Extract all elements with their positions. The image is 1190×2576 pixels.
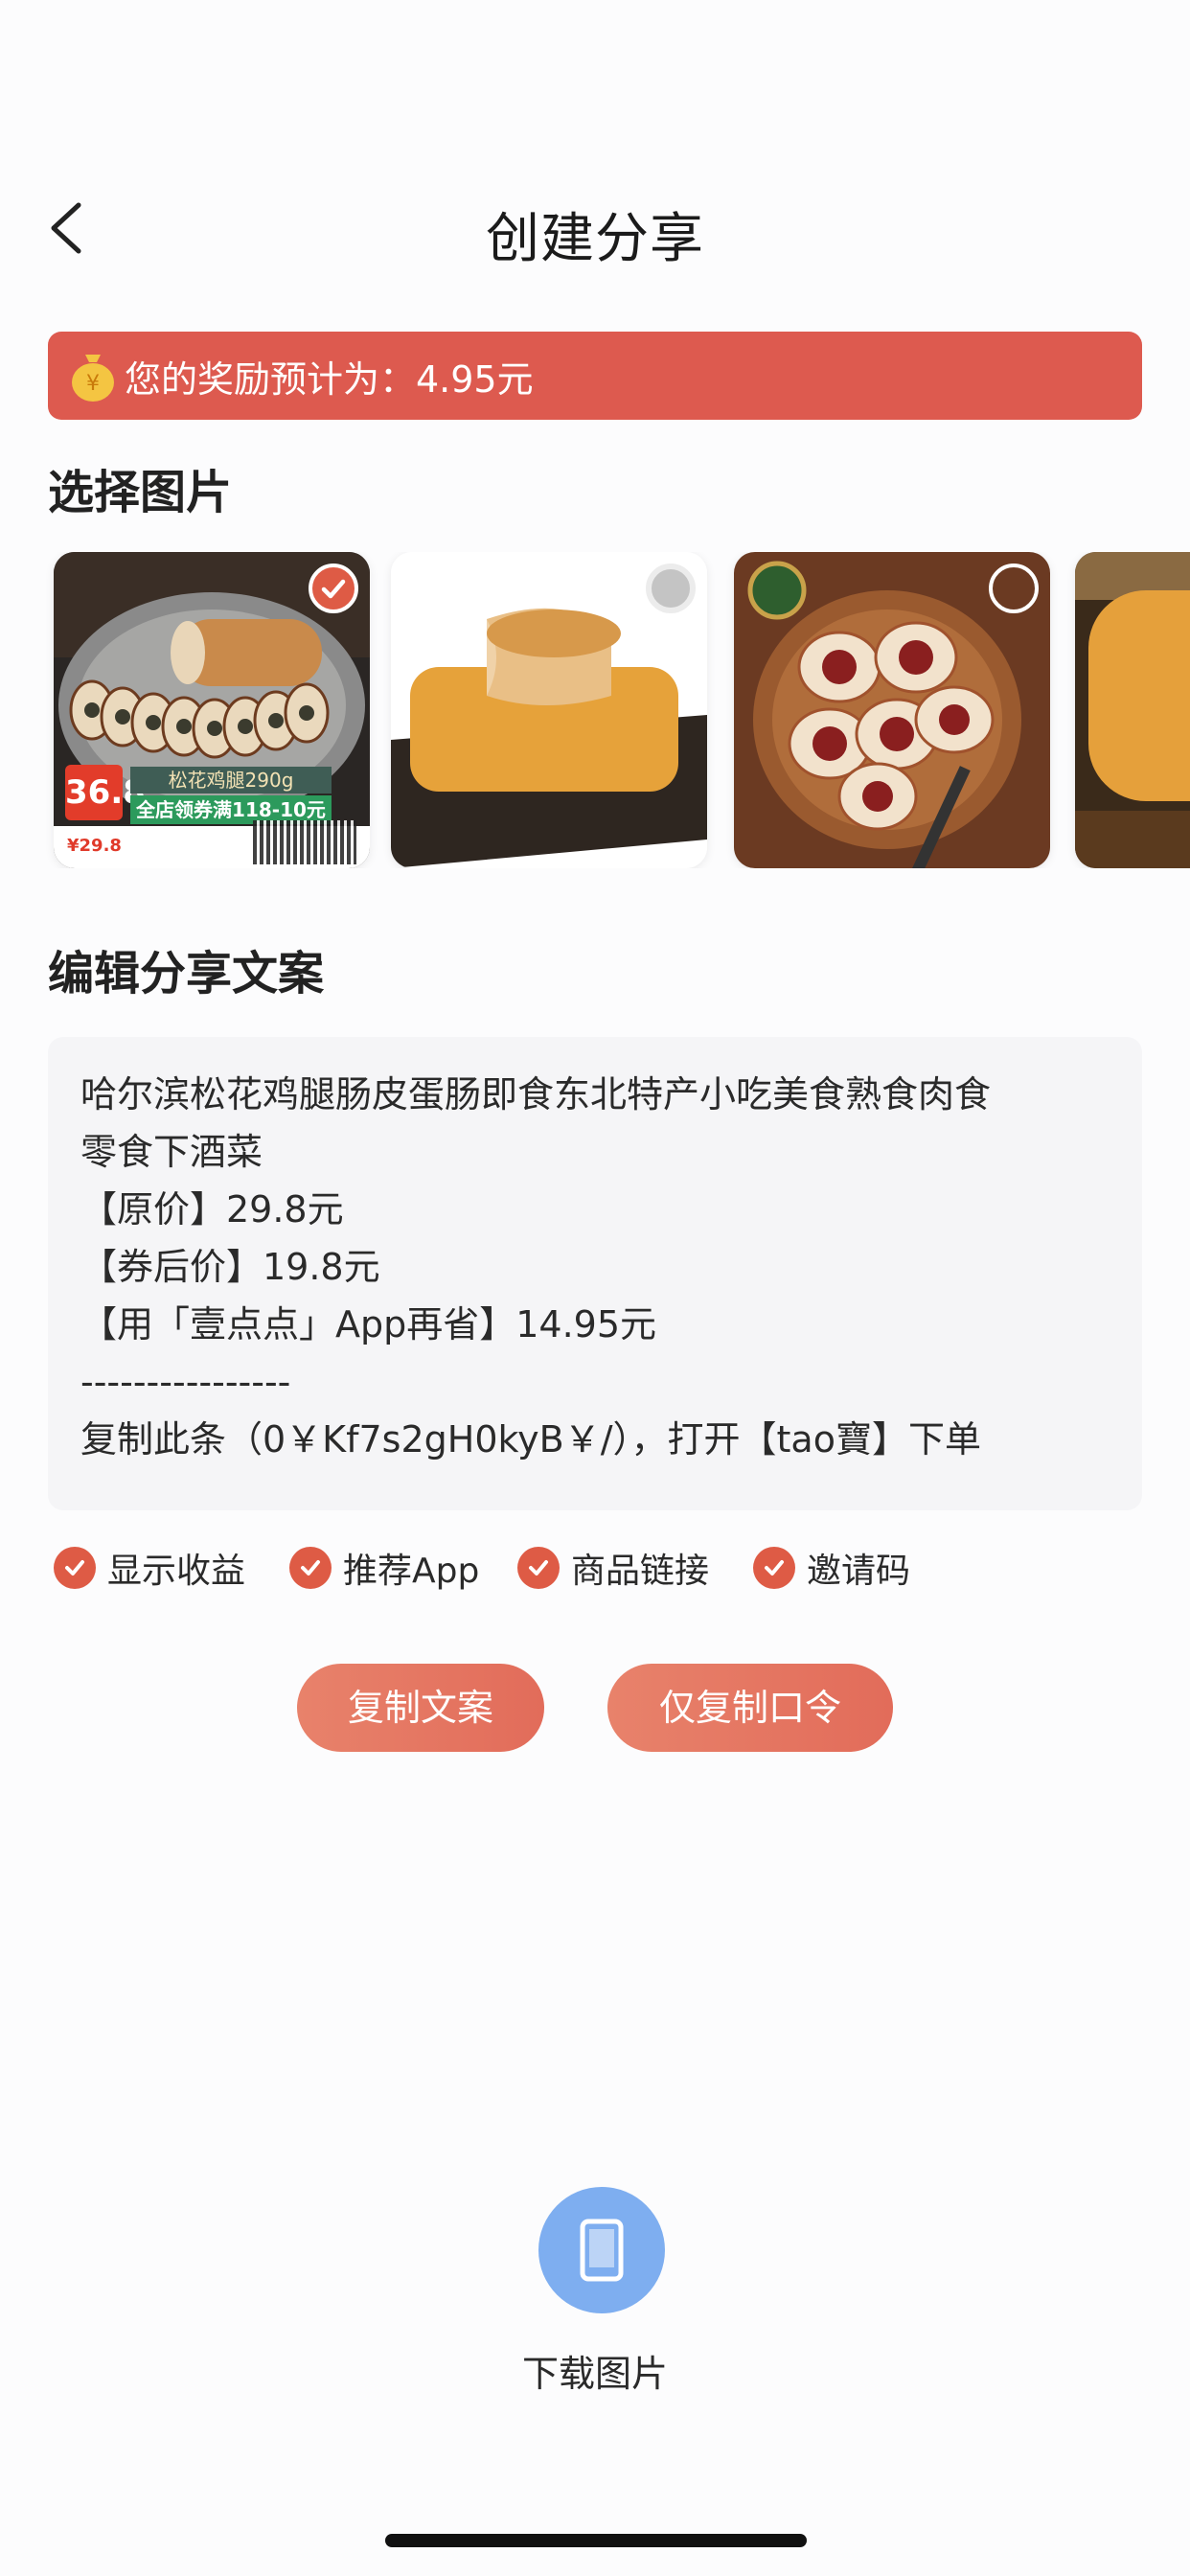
product-image-1[interactable]: 36.8 松花鸡腿290g 全店领券满118-10元 ¥29.8	[54, 552, 370, 868]
discount-price-tag: 36.8	[65, 765, 146, 820]
nav-bar: 创建分享	[0, 163, 1190, 288]
copy-line: ----------------	[80, 1361, 291, 1403]
original-price: ¥29.8	[67, 836, 122, 856]
edit-copy-title: 编辑分享文案	[48, 947, 325, 1000]
download-label: 下载图片	[521, 2353, 668, 2395]
option-label: 邀请码	[807, 1552, 911, 1591]
share-copy-textarea[interactable]: 哈尔滨松花鸡腿肠皮蛋肠即食东北特产小吃美食熟食肉食 零食下酒菜 【原价】29.8…	[48, 1037, 1142, 1510]
phone-icon	[580, 2219, 624, 2282]
copy-text-button[interactable]: 复制文案	[297, 1664, 544, 1752]
product-image-2[interactable]	[391, 552, 707, 868]
option-label: 显示收益	[107, 1552, 246, 1591]
reward-banner: ¥ 您的奖励预计为：4.95元	[48, 332, 1142, 420]
qr-code	[253, 820, 356, 864]
svg-text:¥: ¥	[86, 372, 100, 396]
image-carousel[interactable]: 36.8 松花鸡腿290g 全店领券满118-10元 ¥29.8	[0, 552, 1190, 868]
check-icon	[517, 1547, 560, 1589]
product-image-4[interactable]	[1075, 552, 1190, 868]
reward-text: 您的奖励预计为：4.95元	[125, 357, 534, 401]
copy-line: 零食下酒菜	[80, 1131, 263, 1173]
copy-line: 哈尔滨松花鸡腿肠皮蛋肠即食东北特产小吃美食熟食肉食	[80, 1073, 992, 1116]
check-icon	[289, 1547, 332, 1589]
money-bag-icon: ¥	[72, 355, 114, 402]
product-label: 松花鸡腿290g	[130, 767, 332, 794]
option-recommend-app[interactable]: 推荐App	[289, 1543, 479, 1593]
copy-line: 【原价】29.8元	[80, 1188, 344, 1230]
check-icon	[54, 1547, 96, 1589]
option-product-link[interactable]: 商品链接	[517, 1543, 709, 1593]
home-indicator	[385, 2534, 807, 2547]
option-label: 商品链接	[571, 1552, 710, 1591]
page-title: 创建分享	[486, 208, 704, 270]
option-show-earnings[interactable]: 显示收益	[54, 1543, 245, 1593]
copy-line: 复制此条（0￥Kf7s2gH0kyB￥/），打开【tao寶】下单	[80, 1418, 981, 1460]
unselected-radio-icon[interactable]	[989, 564, 1039, 613]
choose-image-title: 选择图片	[48, 466, 233, 519]
unselected-radio-icon[interactable]	[646, 564, 696, 613]
check-icon	[753, 1547, 795, 1589]
product-image-3[interactable]	[734, 552, 1050, 868]
copy-line: 【券后价】19.8元	[80, 1246, 380, 1288]
download-image-button[interactable]	[538, 2187, 665, 2313]
copy-line: 【用「壹点点」App再省】14.95元	[80, 1303, 657, 1346]
share-options: 显示收益 推荐App 商品链接 邀请码	[54, 1543, 1146, 1600]
option-invite-code[interactable]: 邀请码	[753, 1543, 910, 1593]
selected-check-icon[interactable]	[309, 564, 358, 613]
option-label: 推荐App	[343, 1552, 480, 1591]
copy-code-button[interactable]: 仅复制口令	[607, 1664, 893, 1752]
